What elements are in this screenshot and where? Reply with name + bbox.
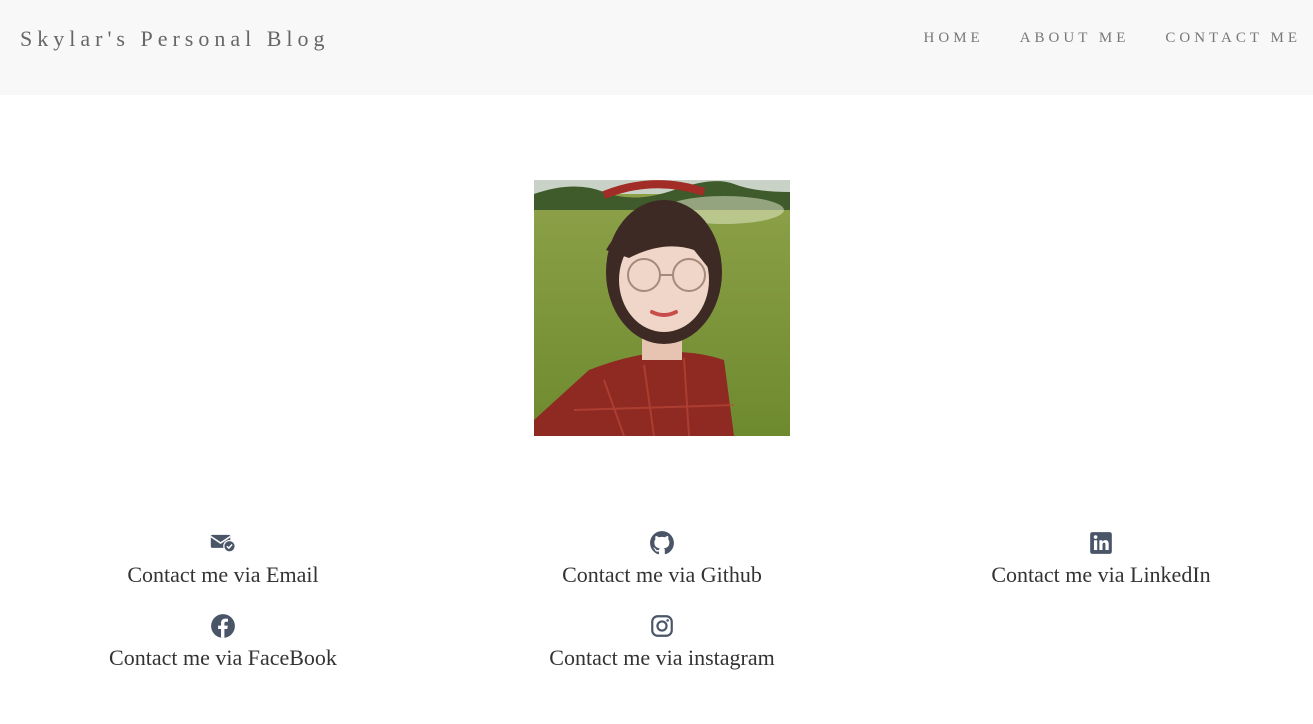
contact-github[interactable]: Contact me via Github bbox=[512, 530, 812, 588]
linkedin-icon bbox=[1090, 532, 1112, 554]
email-icon bbox=[210, 534, 236, 553]
contact-facebook[interactable]: Contact me via FaceBook bbox=[73, 613, 373, 671]
nav-link-contact-me[interactable]: CONTACT ME bbox=[1165, 30, 1301, 47]
nav-link-about-me[interactable]: ABOUT ME bbox=[1020, 30, 1130, 47]
nav-links: HOME ABOUT ME CONTACT ME bbox=[924, 30, 1301, 47]
github-icon bbox=[650, 531, 674, 555]
profile-photo bbox=[534, 180, 790, 436]
contact-github-label[interactable]: Contact me via Github bbox=[562, 562, 762, 588]
navbar: Skylar's Personal Blog HOME ABOUT ME CON… bbox=[0, 0, 1313, 95]
contact-email-label[interactable]: Contact me via Email bbox=[127, 562, 318, 588]
facebook-icon bbox=[211, 614, 235, 638]
contact-linkedin-label[interactable]: Contact me via LinkedIn bbox=[991, 562, 1210, 588]
contact-email[interactable]: Contact me via Email bbox=[73, 530, 373, 588]
instagram-icon bbox=[651, 615, 673, 637]
nav-link-home[interactable]: HOME bbox=[924, 30, 984, 47]
contact-instagram-label[interactable]: Contact me via instagram bbox=[549, 645, 774, 671]
contact-facebook-label[interactable]: Contact me via FaceBook bbox=[109, 645, 337, 671]
contact-linkedin[interactable]: Contact me via LinkedIn bbox=[951, 530, 1251, 588]
site-brand[interactable]: Skylar's Personal Blog bbox=[20, 26, 330, 52]
contact-instagram[interactable]: Contact me via instagram bbox=[512, 613, 812, 671]
